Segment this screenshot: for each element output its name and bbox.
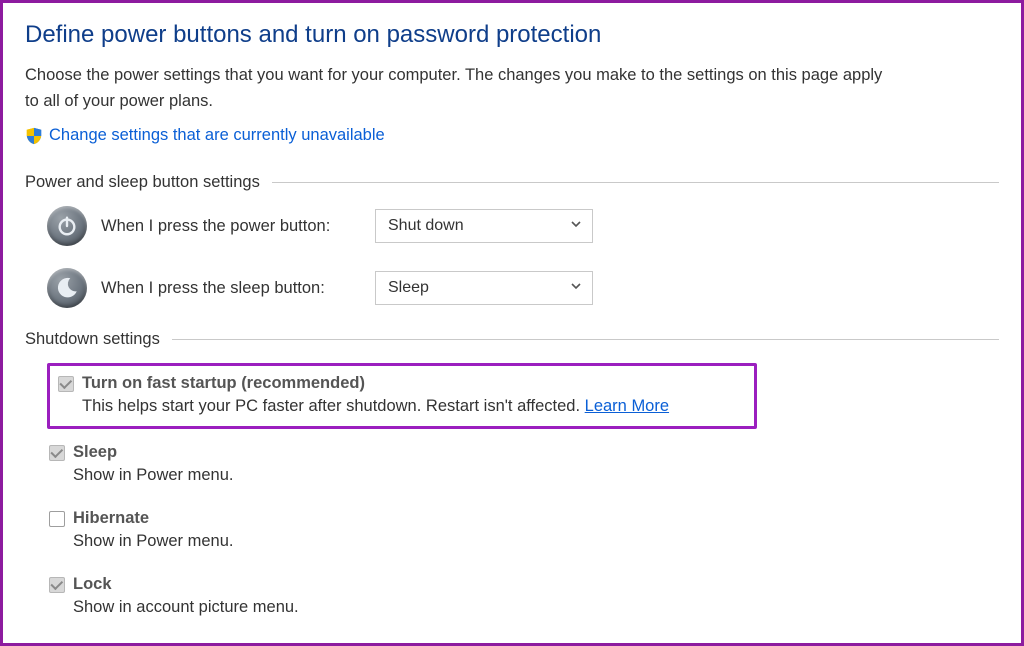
fast-startup-label: Turn on fast startup (recommended) <box>82 374 365 393</box>
sleep-button-action-value: Sleep <box>388 279 429 297</box>
sleep-option-item: Sleep Show in Power menu. <box>47 439 999 491</box>
sleep-button-label: When I press the sleep button: <box>101 279 361 298</box>
sleep-option-desc: Show in Power menu. <box>73 466 997 485</box>
group-shutdown-header: Shutdown settings <box>25 330 999 349</box>
lock-option-item: Lock Show in account picture menu. <box>47 571 999 623</box>
chevron-down-icon <box>570 279 582 297</box>
page-title: Define power buttons and turn on passwor… <box>25 21 999 49</box>
change-settings-link[interactable]: Change settings that are currently unava… <box>49 126 385 145</box>
sleep-option-checkbox[interactable] <box>49 445 65 461</box>
divider <box>172 339 999 340</box>
sleep-icon <box>47 268 87 308</box>
divider <box>272 182 999 183</box>
shield-icon <box>25 127 43 145</box>
change-settings-row: Change settings that are currently unava… <box>25 126 999 145</box>
hibernate-option-item: Hibernate Show in Power menu. <box>47 505 999 557</box>
lock-option-checkbox[interactable] <box>49 577 65 593</box>
fast-startup-desc: This helps start your PC faster after sh… <box>82 397 746 416</box>
group-power-sleep-header: Power and sleep button settings <box>25 173 999 192</box>
fast-startup-desc-text: This helps start your PC faster after sh… <box>82 397 585 415</box>
sleep-button-action-select[interactable]: Sleep <box>375 271 593 305</box>
power-button-row: When I press the power button: Shut down <box>47 206 999 246</box>
hibernate-option-checkbox[interactable] <box>49 511 65 527</box>
page-description: Choose the power settings that you want … <box>25 63 885 114</box>
group-shutdown-label: Shutdown settings <box>25 330 172 349</box>
sleep-option-label: Sleep <box>73 443 117 462</box>
power-options-page: Define power buttons and turn on passwor… <box>0 0 1024 646</box>
power-icon <box>47 206 87 246</box>
shutdown-items: Turn on fast startup (recommended) This … <box>47 363 999 623</box>
hibernate-option-desc: Show in Power menu. <box>73 532 997 551</box>
group-power-sleep-label: Power and sleep button settings <box>25 173 272 192</box>
hibernate-option-label: Hibernate <box>73 509 149 528</box>
sleep-button-row: When I press the sleep button: Sleep <box>47 268 999 308</box>
lock-option-desc: Show in account picture menu. <box>73 598 997 617</box>
power-button-action-value: Shut down <box>388 217 464 235</box>
fast-startup-checkbox[interactable] <box>58 376 74 392</box>
lock-option-label: Lock <box>73 575 112 594</box>
fast-startup-item: Turn on fast startup (recommended) This … <box>58 374 746 416</box>
power-button-label: When I press the power button: <box>101 217 361 236</box>
fast-startup-highlight: Turn on fast startup (recommended) This … <box>47 363 757 429</box>
power-button-action-select[interactable]: Shut down <box>375 209 593 243</box>
chevron-down-icon <box>570 217 582 235</box>
learn-more-link[interactable]: Learn More <box>585 397 669 415</box>
